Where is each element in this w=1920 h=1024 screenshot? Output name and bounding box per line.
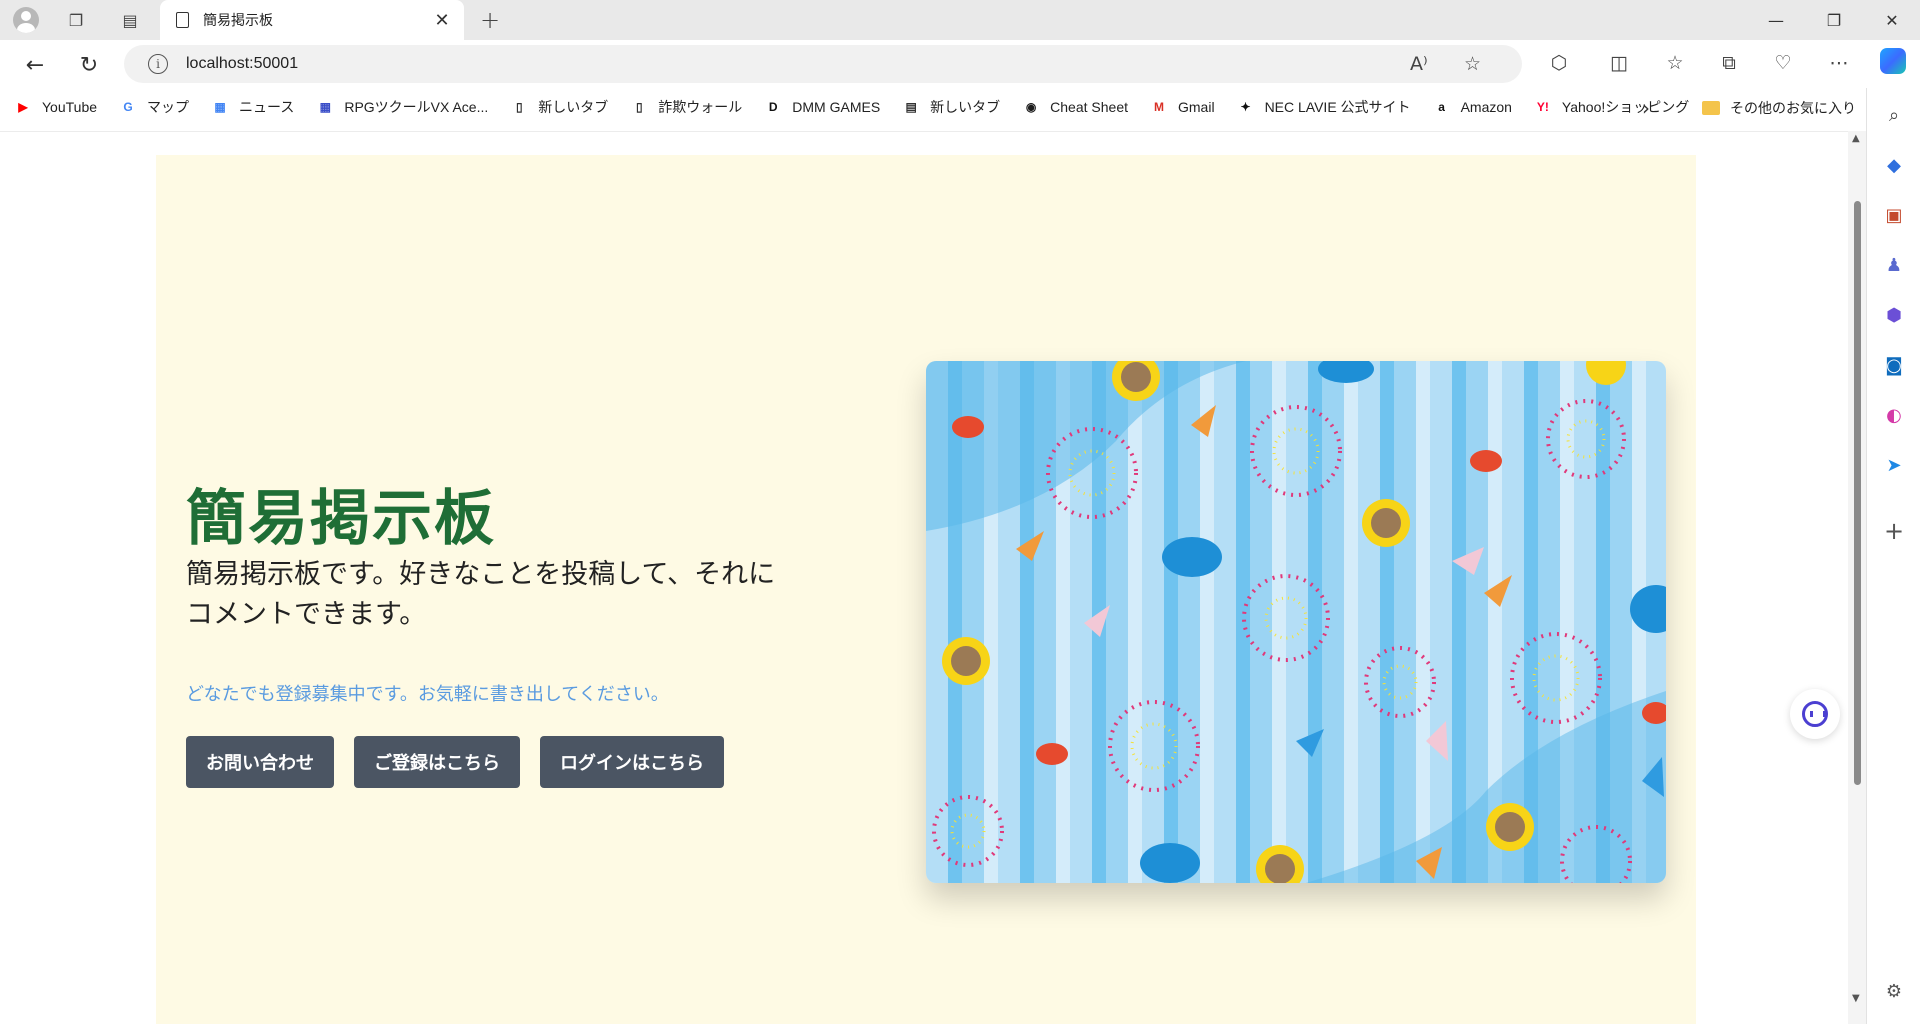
profile-icon[interactable] <box>12 6 40 34</box>
tools-icon[interactable]: ▣ <box>1881 202 1907 228</box>
add-sidebar-icon[interactable]: + <box>1881 517 1907 545</box>
summer-pattern-image <box>926 361 1666 883</box>
bookmark-item[interactable]: ✦ NEC LAVIE 公式サイト <box>1237 97 1411 117</box>
bookmark-label: 新しいタブ <box>930 99 1001 115</box>
collections-icon[interactable]: ⧉ <box>1716 52 1742 74</box>
read-aloud-icon[interactable]: A⁾ <box>1410 53 1428 75</box>
page-icon: ▯ <box>515 100 523 114</box>
shopping-tag-icon[interactable]: ◆ <box>1881 152 1907 178</box>
browser-toolbar: ← ↻ i A⁾ ☆ ⬡ ◫ ☆ ⧉ ♡ ⋯ <box>0 40 1920 88</box>
other-favorites-label: その他のお気に入り <box>1730 100 1856 116</box>
refresh-icon[interactable]: ↻ <box>74 50 104 80</box>
favorite-star-icon[interactable]: ☆ <box>1464 53 1481 75</box>
hero-section: 簡易掲示板 簡易掲示板です。好きなことを投稿して、それにコメントできます。 どな… <box>156 155 1696 1024</box>
calendar-icon: ▤ <box>905 100 917 114</box>
outlook-icon[interactable]: ◙ <box>1881 352 1907 378</box>
page-icon: ▯ <box>635 100 643 114</box>
yahoo-icon: Y! <box>1536 100 1549 114</box>
designer-icon[interactable]: ◐ <box>1881 402 1907 428</box>
bookmark-label: Gmail <box>1178 99 1215 115</box>
restore-icon[interactable]: ❐ <box>1806 0 1862 40</box>
tab-active[interactable]: 簡易掲示板 ✕ <box>160 0 464 40</box>
tab-strip: ❐ ▤ 簡易掲示板 ✕ + — ❐ ✕ <box>0 0 1920 40</box>
bookmark-label: マップ <box>147 99 190 115</box>
settings-gear-icon[interactable]: ⚙ <box>1881 978 1907 1004</box>
page-viewport: 簡易掲示板 簡易掲示板です。好きなことを投稿して、それにコメントできます。 どな… <box>0 131 1848 1024</box>
grid-icon: ▦ <box>319 100 331 114</box>
bookmark-label: 詐欺ウォール <box>658 99 743 115</box>
games-icon[interactable]: ♟ <box>1881 252 1907 278</box>
bookmark-label: 新しいタブ <box>538 99 609 115</box>
bookmarks-bar: ▶ YouTube G マップ ▦ ニュース ▦ RPGツクールVX Ace... ▯ 新しいタブ… <box>0 88 1868 126</box>
bookmark-item[interactable]: ▦ ニュース <box>211 97 294 117</box>
bookmark-label: Yahoo!ショッピング <box>1561 99 1690 115</box>
scroll-up-icon[interactable]: ▲ <box>1852 133 1860 144</box>
extensions-icon[interactable]: ⬡ <box>1546 52 1572 74</box>
bookmark-item[interactable]: ▦ RPGツクールVX Ace... <box>316 97 489 117</box>
scrollbar-thumb[interactable] <box>1854 201 1861 785</box>
google-icon: G <box>123 100 133 114</box>
close-tab-icon[interactable]: ✕ <box>432 10 452 31</box>
favorites-icon[interactable]: ☆ <box>1662 52 1688 74</box>
news-icon: ▦ <box>214 100 226 114</box>
bookmark-item[interactable]: G マップ <box>119 97 189 117</box>
browser-essentials-icon[interactable]: ♡ <box>1770 52 1796 74</box>
new-tab-icon[interactable]: + <box>476 6 504 34</box>
search-icon[interactable]: ⌕ <box>1881 102 1907 128</box>
bookmark-label: ニュース <box>239 99 295 115</box>
nec-icon: ✦ <box>1240 100 1251 114</box>
vertical-tabs-icon[interactable]: ▤ <box>116 6 144 34</box>
microsoft365-icon[interactable]: ⬢ <box>1881 302 1907 328</box>
chat-assistant-icon[interactable] <box>1790 689 1840 739</box>
cheatsheet-icon: ◉ <box>1025 100 1037 114</box>
login-button[interactable]: ログインはこちら <box>540 736 724 788</box>
bookmark-label: NEC LAVIE 公式サイト <box>1264 99 1411 115</box>
edge-sidebar: ⌕ ◆ ▣ ♟ ⬢ ◙ ◐ ➤ + ⚙ <box>1866 88 1920 1024</box>
recruit-text: どなたでも登録募集中です。お気軽に書き出してください。 <box>186 684 669 705</box>
contact-button[interactable]: お問い合わせ <box>186 736 334 788</box>
bookmark-item[interactable]: a Amazon <box>1433 98 1512 116</box>
bookmark-label: Amazon <box>1460 99 1512 115</box>
dmm-icon: D <box>768 100 778 114</box>
vertical-scrollbar[interactable]: ▲ ▼ <box>1848 131 1866 1024</box>
bookmark-item[interactable]: ▯ 詐欺ウォール <box>630 97 742 117</box>
minimize-icon[interactable]: — <box>1748 0 1804 40</box>
folder-icon <box>1702 101 1720 115</box>
url-input[interactable] <box>186 55 1186 73</box>
page-title: 簡易掲示板 <box>186 484 496 554</box>
amazon-icon: a <box>1438 100 1445 114</box>
bookmark-item[interactable]: M Gmail <box>1150 98 1215 116</box>
page-icon <box>176 12 189 28</box>
summer-pattern-illustration <box>926 361 1666 883</box>
action-buttons: お問い合わせ ご登録はこちら ログインはこちら <box>186 736 744 788</box>
bookmark-item[interactable]: Y! Yahoo!ショッピング <box>1534 97 1689 117</box>
site-info-icon[interactable]: i <box>148 54 168 74</box>
bookmark-label: Cheat Sheet <box>1050 99 1128 115</box>
scroll-down-icon[interactable]: ▼ <box>1852 993 1860 1004</box>
copilot-icon[interactable] <box>1880 48 1906 74</box>
bookmark-item[interactable]: ◉ Cheat Sheet <box>1022 98 1128 116</box>
youtube-icon: ▶ <box>18 100 28 114</box>
gmail-icon: M <box>1154 100 1164 114</box>
bookmark-label: DMM GAMES <box>792 99 881 115</box>
bookmark-item[interactable]: ▶ YouTube <box>14 98 97 116</box>
bookmark-label: YouTube <box>42 99 98 115</box>
tab-title: 簡易掲示板 <box>203 13 273 29</box>
back-icon[interactable]: ← <box>20 50 50 80</box>
more-menu-icon[interactable]: ⋯ <box>1826 52 1852 74</box>
register-button[interactable]: ご登録はこちら <box>354 736 520 788</box>
bookmark-item[interactable]: ▯ 新しいタブ <box>510 97 608 117</box>
page-description: 簡易掲示板です。好きなことを投稿して、それにコメントできます。 <box>186 559 776 630</box>
window-close-icon[interactable]: ✕ <box>1864 0 1920 40</box>
bookmark-label: RPGツクールVX Ace... <box>344 99 489 115</box>
bookmark-item[interactable]: D DMM GAMES <box>764 98 880 116</box>
address-bar[interactable]: i A⁾ ☆ <box>124 45 1522 83</box>
bookmark-item[interactable]: ▤ 新しいタブ <box>902 97 1000 117</box>
workspaces-icon[interactable]: ❐ <box>62 6 90 34</box>
split-screen-icon[interactable]: ◫ <box>1606 52 1632 74</box>
other-favorites[interactable]: その他のお気に入り <box>1702 98 1856 118</box>
send-icon[interactable]: ➤ <box>1881 452 1907 478</box>
chevron-right-icon[interactable]: › <box>1642 96 1650 120</box>
